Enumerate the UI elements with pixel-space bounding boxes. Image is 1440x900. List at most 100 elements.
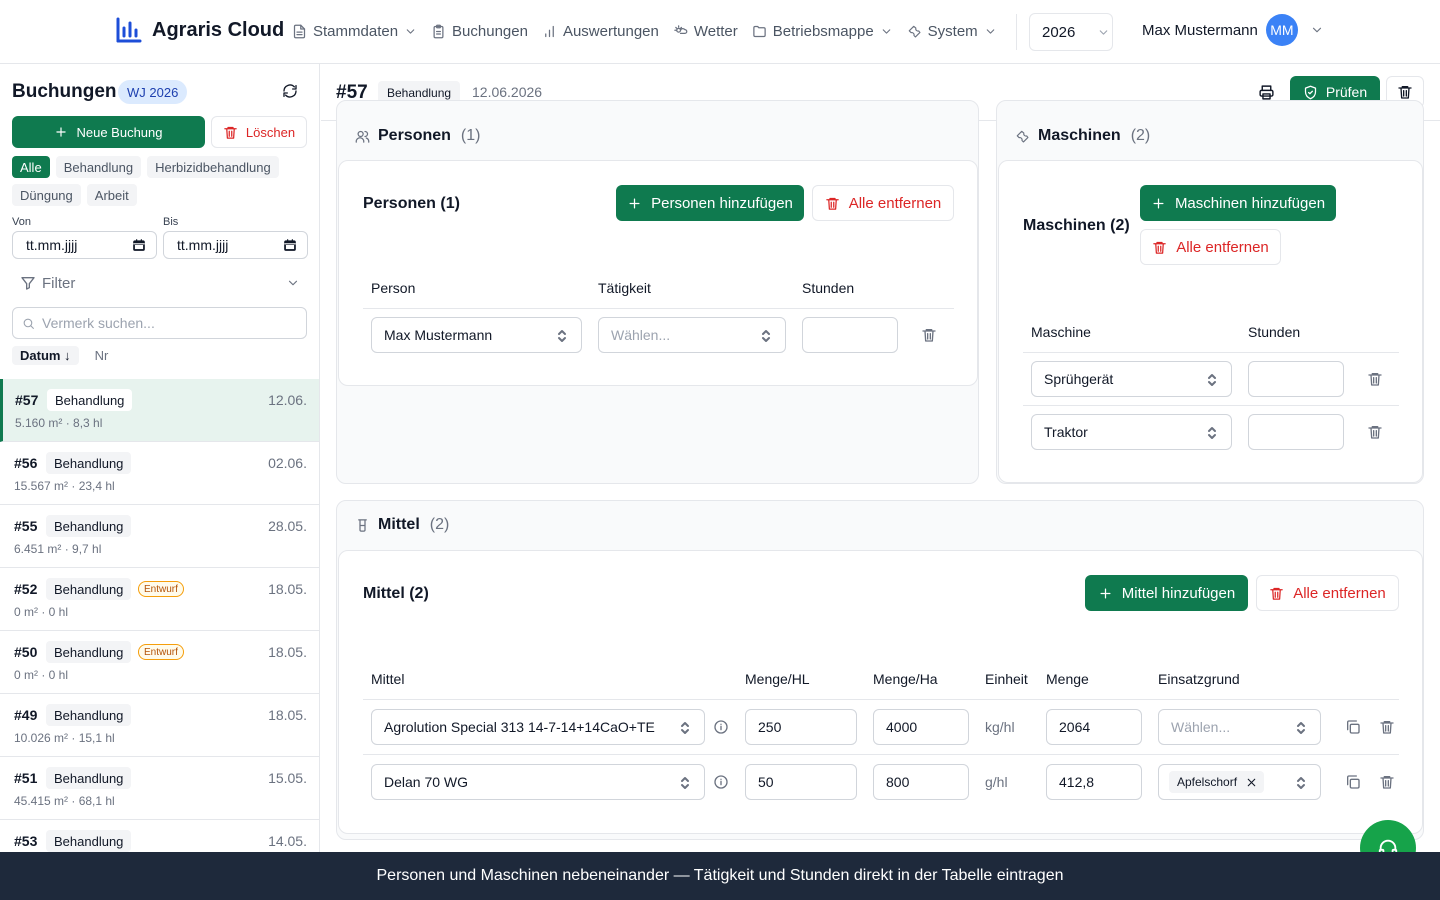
filter-icon	[21, 277, 35, 290]
chevron-down-icon	[1312, 27, 1321, 33]
activity-select[interactable]: Wählen...	[598, 317, 786, 353]
wrench-icon	[1016, 130, 1029, 143]
duplicate-product-button[interactable]	[1345, 719, 1361, 735]
card-title: Personen (1)	[363, 195, 460, 212]
search-placeholder: Vermerk suchen...	[42, 315, 155, 331]
calendar-icon	[133, 239, 145, 251]
button-label: Mittel hinzufügen	[1121, 584, 1236, 602]
booking-type-badge: Behandlung	[46, 767, 132, 789]
trash-icon	[1368, 373, 1382, 386]
list-item[interactable]: #52 Behandlung Entwurf 18.05. 0 m² · 0 h…	[0, 568, 319, 631]
nav-label: Stammdaten	[313, 22, 399, 40]
to-date-input[interactable]: tt.mm.jjjj	[163, 231, 308, 259]
remove-all-products-button[interactable]: Alle entfernen	[1256, 575, 1399, 611]
type-filter-chips: Alle Behandlung Herbizidbehandlung Düngu…	[12, 156, 308, 206]
remove-product-button[interactable]	[1379, 719, 1395, 735]
product-select[interactable]: Delan 70 WG	[371, 764, 705, 800]
hours-input[interactable]	[802, 317, 898, 353]
list-item[interactable]: #49 Behandlung 18.05. 10.026 m² · 15,1 h…	[0, 694, 319, 757]
list-item[interactable]: #51 Behandlung 15.05. 45.415 m² · 68,1 h…	[0, 757, 319, 820]
add-persons-button[interactable]: Personen hinzufügen	[616, 185, 804, 221]
amount-input[interactable]: 412,8	[1046, 764, 1142, 800]
new-booking-button[interactable]: Neue Buchung	[12, 116, 205, 148]
add-machines-button[interactable]: Maschinen hinzufügen	[1140, 185, 1336, 221]
qty-per-ha-input[interactable]: 800	[873, 764, 969, 800]
list-item[interactable]: #53 Behandlung 14.05.	[0, 820, 319, 852]
select-placeholder: Wählen...	[1171, 719, 1231, 735]
booking-number: #55	[14, 518, 38, 534]
column-header-reason: Einsatzgrund	[1158, 671, 1240, 687]
remove-machine-button[interactable]	[1367, 371, 1383, 387]
trash-icon	[224, 126, 237, 139]
remove-product-button[interactable]	[1379, 774, 1395, 790]
qty-per-hl-input[interactable]: 250	[745, 709, 857, 745]
remove-all-machines-button[interactable]: Alle entfernen	[1140, 229, 1281, 265]
list-item[interactable]: #55 Behandlung 28.05. 6.451 m² · 9,7 hl	[0, 505, 319, 568]
list-item[interactable]: #50 Behandlung Entwurf 18.05. 0 m² · 0 h…	[0, 631, 319, 694]
app-logo[interactable]: Agraris Cloud	[114, 16, 284, 44]
search-input[interactable]: Vermerk suchen...	[12, 307, 307, 339]
unit-label: g/hl	[985, 774, 1008, 790]
plus-icon	[1100, 588, 1111, 598]
filter-chip-arbeit[interactable]: Arbeit	[86, 184, 137, 206]
hours-input[interactable]	[1248, 414, 1344, 450]
remove-machine-button[interactable]	[1367, 424, 1383, 440]
column-header-activity: Tätigkeit	[598, 280, 651, 296]
delete-booking-button[interactable]: Löschen	[211, 116, 307, 148]
nav-system[interactable]: System	[907, 23, 997, 40]
add-products-button[interactable]: Mittel hinzufügen	[1085, 575, 1248, 611]
filter-toggle[interactable]: Filter	[12, 272, 308, 294]
booking-type-badge: Behandlung	[46, 578, 132, 600]
reason-tag-label: Apfelschorf	[1177, 775, 1238, 789]
plus-icon	[56, 127, 67, 137]
hours-input[interactable]	[1248, 361, 1344, 397]
chevron-down-icon	[1100, 29, 1108, 35]
sort-by-number[interactable]: Nr	[89, 346, 115, 365]
nav-stammdaten[interactable]: Stammdaten	[292, 23, 417, 40]
plus-icon	[629, 198, 640, 208]
nav-auswertungen[interactable]: Auswertungen	[542, 23, 659, 40]
user-name: Max Mustermann	[1142, 21, 1258, 39]
print-button[interactable]	[1258, 84, 1275, 101]
nav-betriebsmappe[interactable]: Betriebsmappe	[752, 23, 893, 40]
close-icon[interactable]	[1245, 776, 1258, 789]
nav-wetter[interactable]: Wetter	[673, 23, 738, 40]
duplicate-product-button[interactable]	[1345, 774, 1361, 790]
new-booking-label: Neue Buchung	[76, 124, 163, 140]
year-select[interactable]: 2026	[1029, 13, 1113, 51]
product-info-button[interactable]	[713, 719, 729, 735]
sort-by-date[interactable]: Datum ↓	[12, 346, 79, 365]
person-select[interactable]: Max Mustermann	[371, 317, 582, 353]
from-date-input[interactable]: tt.mm.jjjj	[12, 231, 157, 259]
nav-buchungen[interactable]: Buchungen	[431, 23, 528, 40]
filter-chip-behandlung[interactable]: Behandlung	[55, 156, 142, 178]
amount-input[interactable]: 2064	[1046, 709, 1142, 745]
date-placeholder: tt.mm.jjjj	[26, 237, 78, 253]
reason-select[interactable]: Wählen...	[1158, 709, 1321, 745]
hint-banner: Personen und Maschinen nebeneinander — T…	[0, 852, 1440, 900]
qty-per-ha-input[interactable]: 4000	[873, 709, 969, 745]
nav-label: Betriebsmappe	[772, 22, 874, 40]
refresh-button[interactable]	[282, 83, 298, 99]
product-select[interactable]: Agrolution Special 313 14-7-14+14CaO+TE	[371, 709, 705, 745]
divider	[363, 308, 954, 309]
machine-select[interactable]: Sprühgerät	[1031, 361, 1232, 397]
filter-chip-duengung[interactable]: Düngung	[12, 184, 81, 206]
list-item[interactable]: #57 Behandlung 12.06. 5.160 m² · 8,3 hl	[0, 379, 319, 442]
booking-type-badge: Behandlung	[47, 389, 133, 411]
products-section-header: Mittel (2)	[355, 516, 449, 534]
list-item[interactable]: #56 Behandlung 02.06. 15.567 m² · 23,4 h…	[0, 442, 319, 505]
user-menu[interactable]: Max Mustermann MM	[1142, 14, 1324, 46]
avatar: MM	[1265, 14, 1298, 46]
remove-all-persons-button[interactable]: Alle entfernen	[812, 185, 954, 221]
remove-person-button[interactable]	[921, 327, 937, 343]
reason-select[interactable]: Apfelschorf	[1158, 764, 1321, 800]
trash-icon	[1380, 721, 1394, 734]
qty-per-hl-input[interactable]: 50	[745, 764, 857, 800]
column-header-qty-per-ha: Menge/Ha	[873, 671, 938, 687]
filter-chip-herbizidbehandlung[interactable]: Herbizidbehandlung	[147, 156, 279, 178]
booking-date: 18.05.	[268, 581, 307, 597]
filter-chip-alle[interactable]: Alle	[12, 156, 50, 178]
machine-select[interactable]: Traktor	[1031, 414, 1232, 450]
product-info-button[interactable]	[713, 774, 729, 790]
